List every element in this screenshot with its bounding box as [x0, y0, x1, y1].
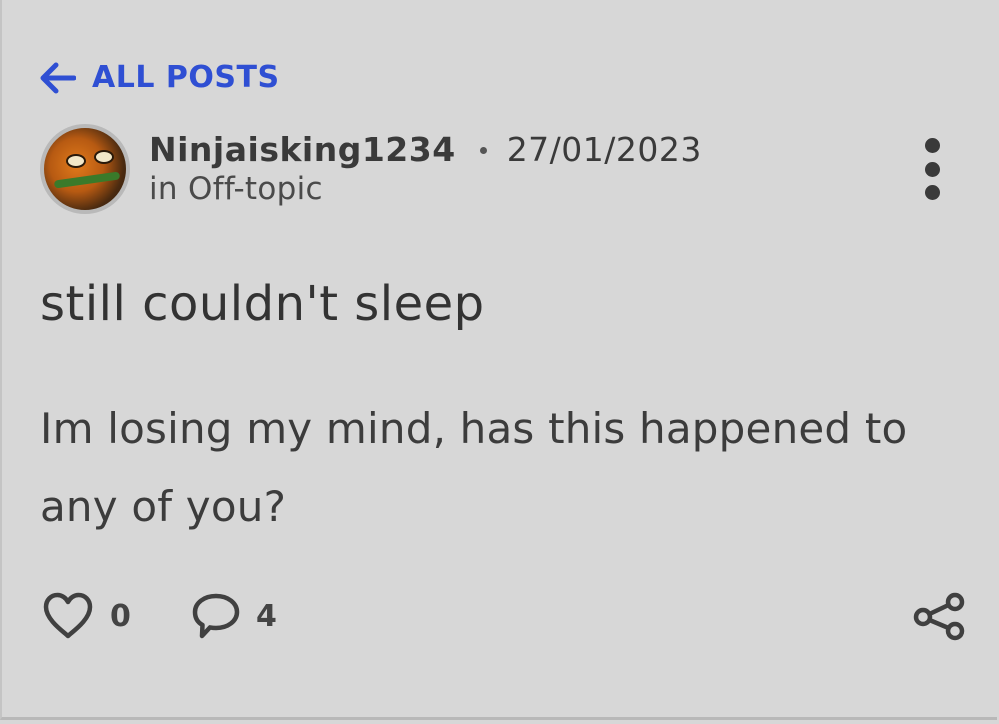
author-info: Ninjaisking1234 27/01/2023 in Off-topic: [149, 130, 702, 208]
post-title: still couldn't sleep: [40, 276, 485, 332]
author-line: Ninjaisking1234 27/01/2023: [149, 130, 702, 170]
all-posts-label: ALL POSTS: [92, 60, 280, 95]
like-count: 0: [110, 598, 131, 634]
like-button[interactable]: 0: [40, 590, 131, 642]
share-button[interactable]: [911, 590, 967, 642]
comment-count: 4: [256, 598, 277, 634]
avatar-eye: [66, 154, 86, 168]
avatar[interactable]: [40, 124, 130, 214]
more-vertical-icon: [924, 138, 940, 153]
heart-icon: [43, 592, 93, 639]
author-name[interactable]: Ninjaisking1234: [149, 130, 456, 170]
post-card: ALL POSTS Ninjaisking1234 27/01/2023 in …: [0, 0, 997, 720]
more-vertical-icon: [924, 185, 940, 200]
more-options-button[interactable]: [917, 138, 947, 200]
arrow-left-icon: [40, 62, 76, 93]
share-icon: [913, 592, 965, 641]
avatar-detail: [53, 171, 121, 189]
chat-bubble-icon: [192, 593, 240, 639]
post-body: Im losing my mind, has this happened to …: [40, 404, 908, 531]
more-vertical-icon: [924, 161, 940, 177]
post-category[interactable]: in Off-topic: [149, 170, 702, 208]
comment-button[interactable]: 4: [190, 590, 277, 642]
avatar-eye: [94, 150, 114, 164]
all-posts-link[interactable]: ALL POSTS: [38, 60, 280, 95]
post-header: Ninjaisking1234 27/01/2023 in Off-topic: [40, 124, 967, 216]
separator-dot: [479, 146, 487, 154]
post-actions: 0 4: [40, 590, 967, 646]
post-date: 27/01/2023: [506, 130, 702, 169]
